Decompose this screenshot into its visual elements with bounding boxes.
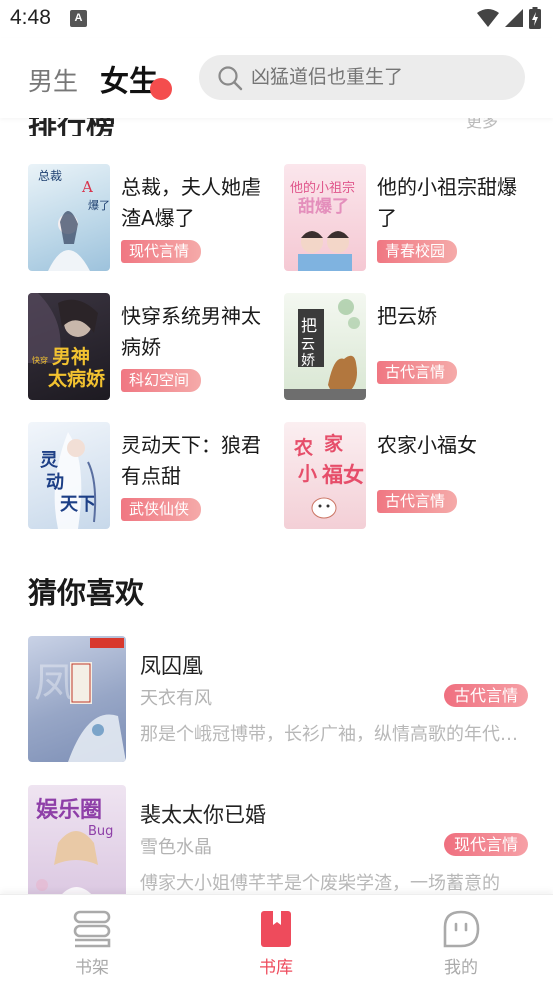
- book-title: 快穿系统男神太病娇: [121, 304, 261, 359]
- book-title: 农家小福女: [377, 433, 477, 457]
- recommend-book[interactable]: 娱乐圈 Bug 裴太太你已婚 雪色水晶 现代言情 傅家大小姐傅芊芊是个废柴学渣，…: [28, 785, 528, 912]
- book-description: 傅家大小姐傅芊芊是个废柴学渣，一场蓄意的: [140, 873, 500, 894]
- top-header: 男生 女生: [0, 38, 553, 118]
- book-title: 把云娇: [377, 304, 437, 328]
- svg-text:甜爆了: 甜爆了: [298, 196, 349, 217]
- nav-label: 书架: [75, 958, 109, 978]
- tab-female[interactable]: 女生: [100, 58, 158, 100]
- nav-label: 我的: [444, 958, 478, 978]
- category-tag: 现代言情: [121, 240, 202, 263]
- search-bar[interactable]: [199, 55, 525, 100]
- book-cover: 农 家 小 福女: [284, 422, 366, 529]
- svg-text:云: 云: [301, 337, 315, 353]
- svg-text:凤: 凤: [34, 660, 74, 706]
- wifi-icon: [477, 9, 499, 27]
- rank-book[interactable]: 总裁 A 爆了 总裁，夫人她虐渣A爆了 现代言情: [28, 164, 288, 272]
- search-input[interactable]: [251, 55, 511, 100]
- book-title: 灵动天下：狼君有点甜: [121, 433, 261, 488]
- system-icons: [477, 6, 541, 30]
- book-cover: 他的小祖宗 甜爆了: [284, 164, 366, 271]
- book-author: 雪色水晶: [140, 837, 212, 858]
- book-cover: 总裁 A 爆了: [28, 164, 110, 271]
- book-description: 那是个峨冠博带，长衫广袖，纵情高歌的年代…: [140, 724, 518, 745]
- tab-male[interactable]: 男生: [28, 62, 78, 98]
- rank-book[interactable]: 农 家 小 福女 农家小福女 古代言情: [284, 422, 544, 530]
- rank-book[interactable]: 他的小祖宗 甜爆了 他的小祖宗甜爆了 青春校园: [284, 164, 544, 272]
- active-tab-indicator: [150, 78, 172, 100]
- category-tag: 科幻空间: [121, 369, 202, 392]
- book-cover: 男神 太病娇 快穿: [28, 293, 110, 400]
- status-time: 4:48: [10, 6, 51, 29]
- nav-library[interactable]: 书库: [216, 895, 336, 984]
- status-bar: 4:48 A: [0, 0, 553, 38]
- book-title: 凤囚凰: [140, 654, 203, 678]
- category-tag: 青春校园: [377, 240, 458, 263]
- recommend-book[interactable]: 凤 凤囚凰 天衣有风 古代言情 那是个峨冠博带，长衫广袖，纵情高歌的年代…: [28, 636, 528, 763]
- rank-book[interactable]: 男神 太病娇 快穿 快穿系统男神太病娇 科幻空间: [28, 293, 288, 401]
- svg-text:家: 家: [324, 432, 344, 455]
- svg-text:娱乐圈: 娱乐圈: [36, 798, 102, 823]
- library-icon: [261, 911, 291, 947]
- svg-text:动: 动: [46, 472, 64, 493]
- svg-text:A: A: [81, 178, 93, 196]
- svg-text:娇: 娇: [301, 353, 315, 369]
- bookshelf-icon: [73, 910, 111, 948]
- guess-section-title: 猜你喜欢: [28, 576, 145, 610]
- svg-text:男神: 男神: [52, 345, 90, 368]
- book-title: 他的小祖宗甜爆了: [377, 175, 517, 230]
- category-tag: 古代言情: [443, 684, 528, 707]
- svg-text:灵: 灵: [40, 450, 59, 471]
- category-tag: 武侠仙侠: [121, 498, 202, 521]
- book-title: 总裁，夫人她虐渣A爆了: [121, 175, 261, 230]
- rank-book[interactable]: 灵 动 天下 灵动天下：狼君有点甜 武侠仙侠: [28, 422, 288, 530]
- signal-icon: [505, 9, 523, 27]
- svg-text:快穿: 快穿: [32, 355, 48, 365]
- svg-text:爆了: 爆了: [88, 198, 110, 212]
- svg-text:把: 把: [301, 316, 317, 335]
- book-cover: 把 云 娇: [284, 293, 366, 400]
- profile-icon: [443, 910, 480, 948]
- svg-text:福女: 福女: [321, 463, 364, 487]
- notification-icon: A: [70, 10, 87, 27]
- svg-text:总裁: 总裁: [38, 169, 62, 183]
- book-cover: 灵 动 天下: [28, 422, 110, 529]
- ranking-more-link[interactable]: 更多: [466, 118, 498, 132]
- bottom-navigation: 书架 书库 我的: [0, 894, 553, 984]
- rank-book[interactable]: 把 云 娇 把云娇 古代言情: [284, 293, 544, 401]
- category-tag: 现代言情: [443, 833, 528, 856]
- search-icon: [218, 66, 243, 91]
- nav-label: 书库: [259, 958, 293, 978]
- svg-text:小: 小: [298, 463, 317, 485]
- svg-text:Bug: Bug: [88, 824, 113, 839]
- book-cover: 娱乐圈 Bug: [28, 785, 126, 911]
- svg-text:天下: 天下: [60, 494, 96, 515]
- category-tag: 古代言情: [377, 490, 458, 513]
- book-cover: 凤: [28, 636, 126, 762]
- battery-icon: [529, 7, 541, 29]
- svg-text:他的小祖宗: 他的小祖宗: [290, 180, 355, 196]
- ranking-header: 排行榜 更多: [0, 118, 553, 136]
- ranking-title: 排行榜: [28, 118, 116, 136]
- category-tag: 古代言情: [377, 361, 458, 384]
- book-title: 裴太太你已婚: [140, 803, 266, 827]
- book-author: 天衣有风: [140, 688, 212, 709]
- svg-text:太病娇: 太病娇: [48, 367, 106, 390]
- nav-profile[interactable]: 我的: [401, 895, 521, 984]
- svg-text:农: 农: [293, 436, 313, 459]
- nav-bookshelf[interactable]: 书架: [32, 895, 152, 984]
